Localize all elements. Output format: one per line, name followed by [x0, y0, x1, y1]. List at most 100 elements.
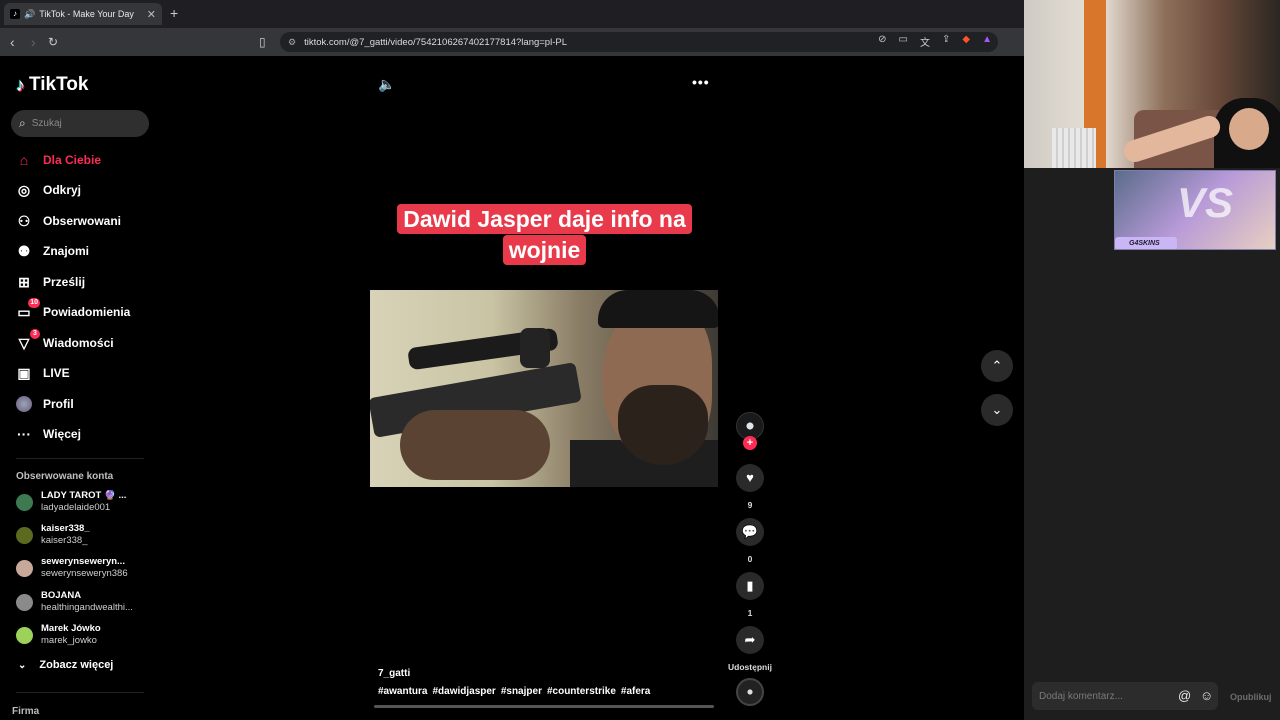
tiktok-logo[interactable]: ♪ TikTok	[16, 74, 88, 96]
following-accounts-title: Obserwowane konta	[16, 471, 114, 482]
hashtag-link[interactable]: #counterstrike	[547, 686, 616, 697]
cast-icon[interactable]: ▭	[899, 34, 908, 49]
previous-video-button[interactable]: ⌃	[981, 350, 1013, 382]
tab-title: TikTok - Make Your Day	[39, 9, 134, 19]
follow-plus-icon[interactable]: +	[743, 436, 757, 450]
volume-icon[interactable]: 🔈	[378, 76, 395, 93]
site-settings-icon[interactable]: ⚙	[288, 37, 296, 48]
publish-button[interactable]: Opublikuj	[1230, 692, 1272, 702]
nav-item-profile[interactable]: Profil	[16, 394, 74, 414]
comment-count: 0	[747, 554, 753, 564]
hashtags: #awantura #dawidjasper #snajper #counter…	[378, 686, 650, 697]
avatar	[16, 559, 33, 577]
followed-account[interactable]: BOJANA healthingandwealthi...	[16, 588, 156, 616]
followed-account[interactable]: LADY TAROT 🔮 ... ladyadelaide001	[16, 488, 156, 516]
live-icon: ▣	[17, 365, 31, 381]
comment-button[interactable]: 💬	[736, 518, 764, 546]
compass-icon: ◎	[17, 182, 31, 198]
forward-icon[interactable]: ›	[31, 34, 36, 50]
profile-avatar-icon	[16, 396, 32, 412]
hashtag-link[interactable]: #snajper	[501, 686, 542, 697]
share-arrow-icon: ➦	[744, 632, 756, 647]
hashtag-link[interactable]: #awantura	[378, 686, 427, 697]
nav-item-more[interactable]: ··· Więcej	[16, 424, 81, 444]
close-tab-icon[interactable]: ✕	[147, 8, 156, 21]
audio-playing-icon[interactable]: 🔊	[24, 9, 35, 20]
divider	[16, 458, 144, 459]
followed-account[interactable]: kaiser338_ kaiser338_	[16, 521, 156, 549]
divider	[16, 692, 144, 693]
inbox-icon: ▭ 10	[17, 298, 40, 320]
account-username: marek_jowko	[41, 635, 97, 646]
hand-shape	[400, 410, 550, 480]
nav-item-notifications[interactable]: ▭ 10 Powiadomienia	[16, 298, 131, 322]
new-tab-icon[interactable]: +	[170, 5, 178, 21]
search-input[interactable]: ⌕ Szukaj	[11, 110, 149, 137]
like-button[interactable]: ♥	[736, 464, 764, 492]
browser-tab[interactable]: ♪ 🔊 TikTok - Make Your Day ✕	[4, 3, 162, 25]
video-progress-bar[interactable]	[374, 705, 714, 708]
footer-company-link[interactable]: Firma	[12, 706, 39, 717]
comment-icon: 💬	[741, 524, 759, 539]
nav-label: Prześlij	[43, 275, 86, 289]
messages-badge: 3	[30, 329, 40, 339]
brave-shields-icon[interactable]: ◆	[962, 34, 970, 49]
back-icon[interactable]: ‹	[10, 34, 15, 50]
nav-label: Powiadomienia	[43, 305, 131, 319]
video-author[interactable]: 7_gatti	[378, 668, 410, 679]
promo-banner: VS G4SKINS	[1114, 170, 1276, 250]
nav-label: Profil	[43, 397, 74, 411]
video-caption-overlay: Dawid Jasper daje info na wojnie	[391, 204, 698, 266]
stream-overlay-panel: VS G4SKINS Dodaj komentarz... @ ☺ Opubli…	[1024, 0, 1280, 720]
nav-item-explore[interactable]: ◎ Odkryj	[16, 180, 81, 200]
next-video-button[interactable]: ⌄	[981, 394, 1013, 426]
beard-shape	[618, 385, 708, 465]
save-button[interactable]: ▮	[736, 572, 764, 600]
reader-mode-icon[interactable]: ⊘	[878, 34, 886, 49]
more-options-icon[interactable]: •••	[692, 74, 710, 90]
reload-icon[interactable]: ↻	[48, 35, 58, 49]
search-icon: ⌕	[19, 116, 26, 130]
music-disc-icon[interactable]	[736, 678, 764, 706]
nav-item-friends[interactable]: ⚉ Znajomi	[16, 241, 89, 261]
tiktok-favicon-icon: ♪	[10, 9, 20, 19]
cap-shape	[598, 290, 718, 328]
nav-item-for-you[interactable]: ⌂ Dla Ciebie	[16, 150, 101, 170]
followed-account[interactable]: Marek Jówko marek_jowko	[16, 621, 156, 649]
mention-icon[interactable]: @	[1178, 688, 1191, 703]
comment-input[interactable]: Dodaj komentarz... @ ☺	[1032, 682, 1218, 710]
caption-text: Dawid Jasper daje info na wojnie	[397, 204, 692, 265]
share-label: Udostępnij	[728, 662, 772, 672]
account-username: ladyadelaide001	[41, 502, 111, 513]
share-icon[interactable]: ⇪	[942, 34, 950, 49]
translate-icon[interactable]: 文	[920, 34, 930, 49]
bookmark-icon: ▮	[746, 578, 754, 593]
hashtag-link[interactable]: #dawidjasper	[432, 686, 495, 697]
chevron-down-icon: ⌄	[18, 659, 27, 671]
tiktok-sidebar: ♪ TikTok ⌕ Szukaj ⌂ Dla Ciebie ◎ Odkryj …	[0, 56, 160, 720]
see-more-button[interactable]: ⌄ Zobacz więcej	[18, 659, 113, 671]
nav-label: Dla Ciebie	[43, 153, 102, 167]
promo-tag: G4SKINS	[1115, 237, 1177, 249]
account-username: healthingandwealthi...	[41, 602, 133, 613]
nav-label: Więcej	[43, 427, 81, 441]
nav-item-messages[interactable]: ▽ 3 Wiadomości	[16, 329, 114, 353]
tiktok-note-icon: ♪	[16, 74, 25, 95]
hashtag-link[interactable]: #afera	[621, 686, 650, 697]
followed-account[interactable]: sewerynseweryn... sewerynseweryn386	[16, 554, 156, 582]
nav-item-following[interactable]: ⚇ Obserwowani	[16, 211, 121, 231]
webcam-feed	[1024, 0, 1280, 168]
video-frame[interactable]	[370, 290, 718, 487]
emoji-icon[interactable]: ☺	[1200, 688, 1213, 703]
avatar	[16, 493, 33, 511]
account-username: kaiser338_	[41, 535, 88, 546]
following-icon: ⚇	[17, 213, 31, 229]
brave-rewards-icon[interactable]: ▲	[982, 34, 992, 49]
share-button[interactable]: ➦	[736, 626, 764, 654]
account-name: sewerynseweryn...	[41, 556, 125, 567]
bookmark-icon[interactable]: ▯	[259, 35, 266, 49]
browser-tabbar: ♪ 🔊 TikTok - Make Your Day ✕ +	[0, 0, 1024, 28]
face-shape	[1229, 108, 1269, 150]
nav-item-live[interactable]: ▣ LIVE	[16, 363, 69, 383]
nav-item-upload[interactable]: ⊞ Prześlij	[16, 272, 85, 292]
